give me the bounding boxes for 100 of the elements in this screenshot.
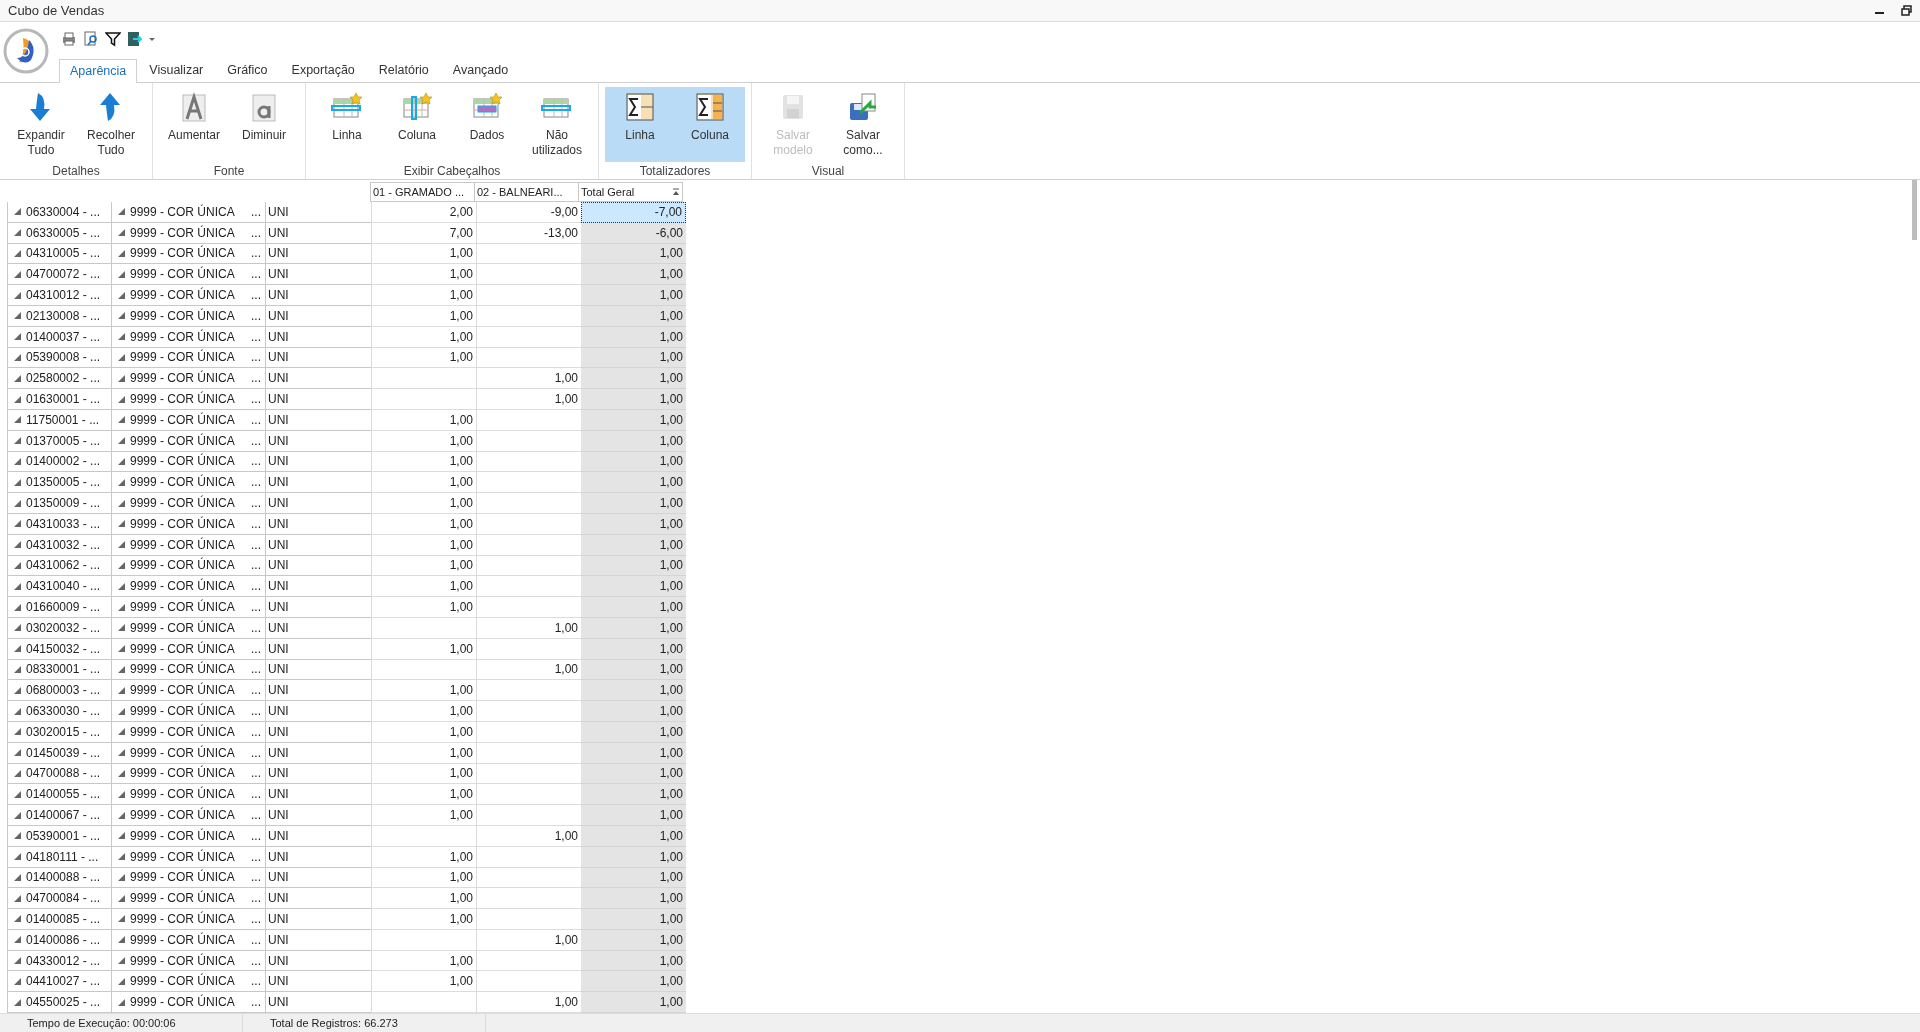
expand-triangle-icon[interactable] xyxy=(14,915,21,923)
expand-triangle-icon[interactable] xyxy=(14,790,21,798)
expand-triangle-icon[interactable] xyxy=(118,333,125,341)
table-cell[interactable]: 1,00 xyxy=(581,867,686,889)
expand-triangle-icon[interactable] xyxy=(14,894,21,902)
ribbon-button[interactable]: Linha xyxy=(312,87,382,162)
table-cell[interactable]: 1,00 xyxy=(581,576,686,598)
expand-triangle-icon[interactable] xyxy=(14,769,21,777)
table-cell[interactable]: 1,00 xyxy=(581,784,686,806)
restore-icon[interactable] xyxy=(1901,5,1912,16)
expand-triangle-icon[interactable] xyxy=(118,603,125,611)
expand-triangle-icon[interactable] xyxy=(118,686,125,694)
expand-triangle-icon[interactable] xyxy=(14,998,21,1006)
expand-triangle-icon[interactable] xyxy=(118,977,125,985)
expand-triangle-icon[interactable] xyxy=(118,957,125,965)
ribbon-tab[interactable]: Visualizar xyxy=(137,58,216,82)
expand-triangle-icon[interactable] xyxy=(14,582,21,590)
table-cell[interactable]: 1,00 xyxy=(581,555,686,577)
table-cell[interactable]: 1,00 xyxy=(581,513,686,535)
ribbon-button[interactable]: Diminuir xyxy=(229,87,299,162)
table-cell[interactable]: 1,00 xyxy=(581,638,686,660)
column-header[interactable]: Total Geral xyxy=(578,182,683,202)
expand-triangle-icon[interactable] xyxy=(118,853,125,861)
expand-triangle-icon[interactable] xyxy=(14,603,21,611)
table-cell[interactable]: 1,00 xyxy=(581,451,686,473)
ribbon-button[interactable]: Coluna xyxy=(382,87,452,162)
expand-triangle-icon[interactable] xyxy=(14,873,21,881)
expand-triangle-icon[interactable] xyxy=(118,665,125,673)
expand-triangle-icon[interactable] xyxy=(14,499,21,507)
expand-triangle-icon[interactable] xyxy=(118,749,125,757)
column-header[interactable]: 01 - GRAMADO ... xyxy=(370,182,475,202)
table-cell[interactable]: 1,00 xyxy=(581,617,686,639)
table-cell[interactable]: 1,00 xyxy=(581,285,686,306)
ribbon-button[interactable]: Linha xyxy=(605,87,675,162)
expand-triangle-icon[interactable] xyxy=(118,645,125,653)
expand-triangle-icon[interactable] xyxy=(14,457,21,465)
table-cell[interactable]: 1,00 xyxy=(581,326,686,348)
expand-triangle-icon[interactable] xyxy=(118,707,125,715)
table-cell[interactable]: 1,00 xyxy=(581,742,686,764)
expand-triangle-icon[interactable] xyxy=(118,832,125,840)
dropdown-caret-icon[interactable] xyxy=(149,36,155,42)
expand-triangle-icon[interactable] xyxy=(14,395,21,403)
expand-triangle-icon[interactable] xyxy=(118,894,125,902)
expand-triangle-icon[interactable] xyxy=(118,915,125,923)
table-cell[interactable]: 1,00 xyxy=(581,264,686,286)
expand-triangle-icon[interactable] xyxy=(14,291,21,299)
expand-triangle-icon[interactable] xyxy=(118,374,125,382)
expand-triangle-icon[interactable] xyxy=(14,665,21,673)
expand-triangle-icon[interactable] xyxy=(14,957,21,965)
expand-triangle-icon[interactable] xyxy=(14,333,21,341)
expand-triangle-icon[interactable] xyxy=(118,395,125,403)
ribbon-tab[interactable]: Exportação xyxy=(279,58,367,82)
expand-triangle-icon[interactable] xyxy=(14,707,21,715)
ribbon-button[interactable]: Aumentar xyxy=(159,87,229,162)
table-cell[interactable]: 1,00 xyxy=(581,243,686,265)
app-logo-icon[interactable] xyxy=(3,28,49,74)
ribbon-button[interactable]: Não utilizados xyxy=(522,87,592,162)
expand-triangle-icon[interactable] xyxy=(118,561,125,569)
expand-triangle-icon[interactable] xyxy=(14,270,21,278)
table-cell[interactable]: 1,00 xyxy=(581,701,686,722)
filter-icon[interactable] xyxy=(105,31,121,47)
expand-triangle-icon[interactable] xyxy=(118,270,125,278)
table-cell[interactable]: 1,00 xyxy=(581,950,686,972)
table-cell[interactable]: 1,00 xyxy=(581,389,686,410)
expand-triangle-icon[interactable] xyxy=(118,728,125,736)
expand-triangle-icon[interactable] xyxy=(14,353,21,361)
ribbon-button[interactable]: Dados xyxy=(452,87,522,162)
table-cell[interactable]: 1,00 xyxy=(581,472,686,494)
exit-icon[interactable] xyxy=(127,31,143,47)
expand-triangle-icon[interactable] xyxy=(118,250,125,257)
column-header[interactable]: 02 - BALNEARI... xyxy=(474,182,579,202)
expand-triangle-icon[interactable] xyxy=(118,312,125,320)
expand-triangle-icon[interactable] xyxy=(14,520,21,528)
expand-triangle-icon[interactable] xyxy=(118,499,125,507)
table-cell[interactable]: 1,00 xyxy=(581,825,686,847)
ribbon-button[interactable]: Coluna xyxy=(675,87,745,162)
expand-triangle-icon[interactable] xyxy=(118,998,125,1006)
expand-triangle-icon[interactable] xyxy=(14,437,21,445)
table-cell[interactable]: 1,00 xyxy=(581,721,686,743)
expand-triangle-icon[interactable] xyxy=(14,624,21,632)
expand-triangle-icon[interactable] xyxy=(14,478,21,486)
table-cell[interactable]: -6,00 xyxy=(581,222,686,244)
table-cell[interactable]: 1,00 xyxy=(581,493,686,514)
expand-triangle-icon[interactable] xyxy=(14,312,21,320)
table-cell[interactable]: 1,00 xyxy=(581,597,686,618)
table-cell[interactable]: 1,00 xyxy=(581,992,686,1013)
table-cell[interactable]: 1,00 xyxy=(581,763,686,785)
ribbon-tab[interactable]: Gráfico xyxy=(215,58,280,82)
table-cell[interactable]: 1,00 xyxy=(581,534,686,556)
table-cell[interactable]: 1,00 xyxy=(581,805,686,826)
expand-triangle-icon[interactable] xyxy=(118,936,125,944)
table-cell[interactable]: 1,00 xyxy=(581,430,686,452)
expand-triangle-icon[interactable] xyxy=(118,229,125,237)
ribbon-tab[interactable]: Relatório xyxy=(366,58,441,82)
expand-triangle-icon[interactable] xyxy=(118,769,125,777)
expand-triangle-icon[interactable] xyxy=(14,541,21,549)
expand-triangle-icon[interactable] xyxy=(14,229,21,237)
expand-triangle-icon[interactable] xyxy=(118,437,125,445)
table-cell[interactable]: 1,00 xyxy=(581,368,686,390)
expand-triangle-icon[interactable] xyxy=(118,457,125,465)
